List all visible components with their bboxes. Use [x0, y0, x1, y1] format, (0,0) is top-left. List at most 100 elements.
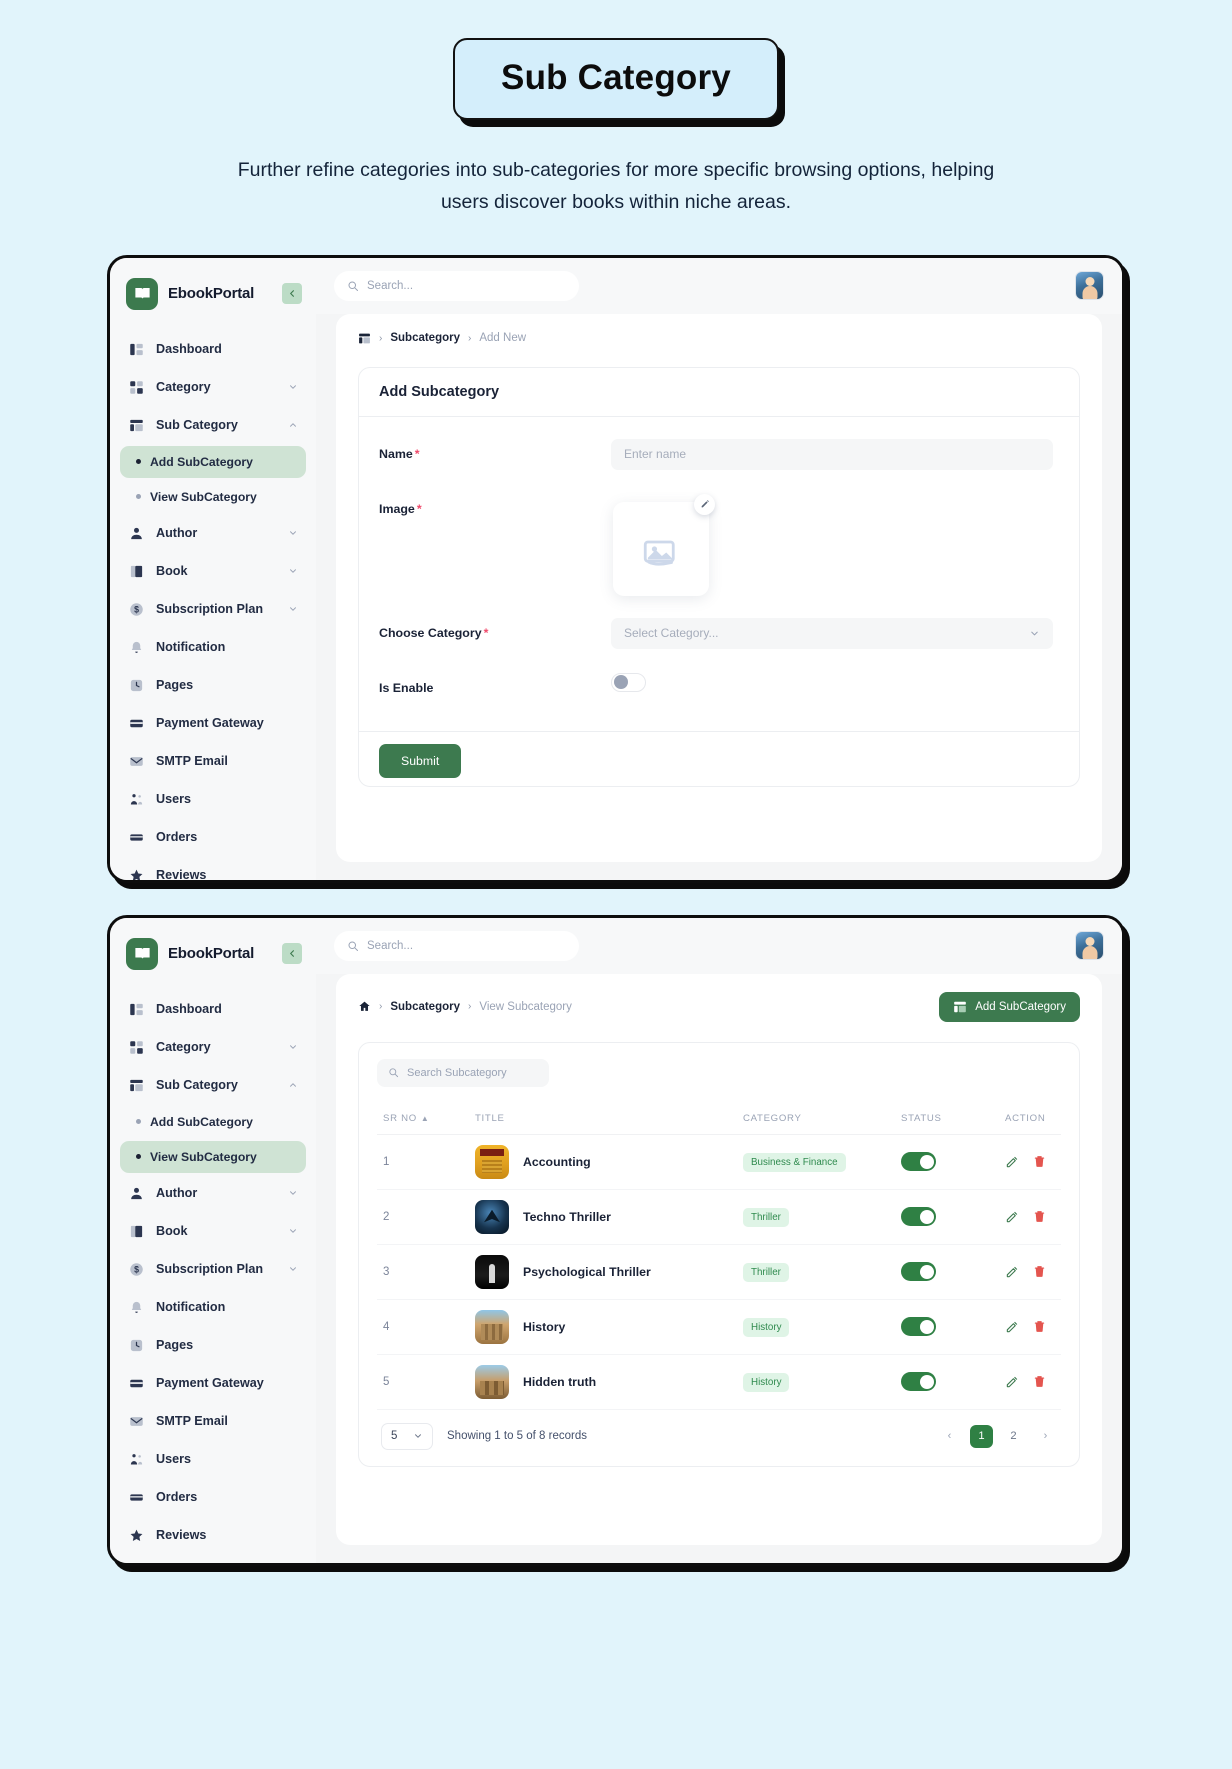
trash-icon[interactable]: [1033, 1210, 1046, 1223]
subcategory-table: SR NO▲ TITLE CATEGORY STATUS ACTION 1: [377, 1103, 1061, 1410]
table-row[interactable]: 3 Psychological Thriller Thriller: [377, 1244, 1061, 1299]
category-badge: Thriller: [743, 1263, 789, 1282]
sidebar-item-notification[interactable]: Notification: [120, 1290, 306, 1325]
sidebar-item-view-subcategory[interactable]: View SubCategory: [120, 1141, 306, 1173]
status-toggle[interactable]: [901, 1152, 936, 1171]
status-toggle[interactable]: [901, 1372, 936, 1391]
trash-icon[interactable]: [1033, 1155, 1046, 1168]
trash-icon[interactable]: [1033, 1375, 1046, 1388]
sidebar-item-notification[interactable]: Notification: [120, 630, 306, 665]
sidebar-item-book[interactable]: Book: [120, 1214, 306, 1249]
home-icon[interactable]: [358, 1000, 371, 1013]
sidebar-item-book[interactable]: Book: [120, 554, 306, 589]
credit-card-icon: [128, 1375, 145, 1392]
column-header-sr-no[interactable]: SR NO▲: [377, 1103, 469, 1135]
column-header-status[interactable]: STATUS: [895, 1103, 999, 1135]
card-body: Name* Enter name Image*: [359, 417, 1079, 731]
sidebar-item-author[interactable]: Author: [120, 516, 306, 551]
breadcrumb-parent[interactable]: Subcategory: [390, 332, 460, 344]
image-placeholder-icon: [613, 502, 709, 596]
book-cover-thumbnail: [475, 1310, 509, 1344]
trash-icon[interactable]: [1033, 1265, 1046, 1278]
sidebar-item-label: Book: [156, 1224, 187, 1238]
sidebar-item-category[interactable]: Category: [120, 1030, 306, 1065]
sidebar-item-payment-gateway[interactable]: Payment Gateway: [120, 706, 306, 741]
cell-category: Thriller: [737, 1189, 895, 1244]
trash-icon[interactable]: [1033, 1320, 1046, 1333]
next-page-button[interactable]: ›: [1034, 1425, 1057, 1448]
table-row[interactable]: 1 Accounting Business & Finance: [377, 1134, 1061, 1189]
search-input[interactable]: Search...: [334, 931, 579, 961]
submit-button[interactable]: Submit: [379, 744, 461, 778]
collapse-arrow-icon[interactable]: [282, 283, 302, 304]
sidebar-item-smtp-email[interactable]: SMTP Email: [120, 744, 306, 779]
status-toggle[interactable]: [901, 1207, 936, 1226]
search-input[interactable]: Search...: [334, 271, 579, 301]
edit-icon[interactable]: [1005, 1265, 1019, 1279]
status-toggle[interactable]: [901, 1262, 936, 1281]
sidebar-item-author[interactable]: Author: [120, 1176, 306, 1211]
per-page-select[interactable]: 5: [381, 1423, 433, 1450]
sidebar-item-orders[interactable]: Orders: [120, 1480, 306, 1515]
category-select[interactable]: Select Category...: [611, 618, 1053, 649]
sidebar-item-reviews[interactable]: Reviews: [120, 1518, 306, 1553]
sidebar-item-sub-category[interactable]: Sub Category: [120, 1068, 306, 1103]
table-search-input[interactable]: Search Subcategory: [377, 1059, 549, 1087]
sidebar-item-category[interactable]: Category: [120, 370, 306, 405]
sidebar-subitem-label: View SubCategory: [150, 1150, 257, 1164]
sidebar-item-dashboard[interactable]: Dashboard: [120, 992, 306, 1027]
cell-title: Psychological Thriller: [469, 1244, 737, 1299]
sidebar-item-subscription-plan[interactable]: $ Subscription Plan: [120, 1252, 306, 1287]
table-row[interactable]: 5 Hidden truth History: [377, 1354, 1061, 1409]
sidebar-item-smtp-email[interactable]: SMTP Email: [120, 1404, 306, 1439]
book-cover-thumbnail: [475, 1255, 509, 1289]
add-subcategory-button[interactable]: Add SubCategory: [939, 992, 1080, 1022]
page-button-1[interactable]: 1: [970, 1425, 993, 1448]
sidebar-item-users[interactable]: Users: [120, 1442, 306, 1477]
chevron-down-icon: [288, 1226, 298, 1236]
edit-icon[interactable]: [1005, 1320, 1019, 1334]
cell-sr-no: 5: [377, 1354, 469, 1409]
content: › Subcategory › View Subcategory Add Sub…: [316, 974, 1122, 1563]
avatar[interactable]: [1075, 271, 1104, 300]
sidebar-item-view-subcategory[interactable]: View SubCategory: [120, 481, 306, 513]
pencil-icon[interactable]: [694, 494, 715, 515]
table-row[interactable]: 2 Techno Thriller Thriller: [377, 1189, 1061, 1244]
column-header-category[interactable]: CATEGORY: [737, 1103, 895, 1135]
prev-page-button[interactable]: ‹: [938, 1425, 961, 1448]
breadcrumb-parent[interactable]: Subcategory: [390, 1001, 460, 1013]
sidebar-item-label: SMTP Email: [156, 754, 228, 768]
cell-title: Hidden truth: [469, 1354, 737, 1409]
main-area: Search... › Subcategory › View Subcatego…: [316, 918, 1122, 1563]
sidebar-item-sub-category[interactable]: Sub Category: [120, 408, 306, 443]
book-icon: [128, 563, 145, 580]
edit-icon[interactable]: [1005, 1210, 1019, 1224]
collapse-arrow-icon[interactable]: [282, 943, 302, 964]
sidebar-item-subscription-plan[interactable]: $ Subscription Plan: [120, 592, 306, 627]
image-upload[interactable]: [611, 494, 715, 594]
card-header: Add Subcategory: [359, 368, 1079, 417]
table-row[interactable]: 4 History History: [377, 1299, 1061, 1354]
avatar[interactable]: [1075, 931, 1104, 960]
cell-status: [895, 1354, 999, 1409]
sidebar-item-label: SMTP Email: [156, 1414, 228, 1428]
sidebar-item-label: Book: [156, 564, 187, 578]
sidebar-item-payment-gateway[interactable]: Payment Gateway: [120, 1366, 306, 1401]
sidebar-item-add-subcategory[interactable]: Add SubCategory: [120, 446, 306, 478]
sidebar-item-orders[interactable]: Orders: [120, 820, 306, 855]
sidebar-item-reviews[interactable]: Reviews: [120, 858, 306, 883]
column-header-title[interactable]: TITLE: [469, 1103, 737, 1135]
page-button-2[interactable]: 2: [1002, 1425, 1025, 1448]
sidebar-item-label: Author: [156, 526, 197, 540]
dollar-circle-icon: $: [128, 601, 145, 618]
sidebar-item-add-subcategory[interactable]: Add SubCategory: [120, 1106, 306, 1138]
edit-icon[interactable]: [1005, 1375, 1019, 1389]
sidebar-item-pages[interactable]: Pages: [120, 668, 306, 703]
sidebar-item-dashboard[interactable]: Dashboard: [120, 332, 306, 367]
name-input[interactable]: Enter name: [611, 439, 1053, 470]
is-enable-toggle[interactable]: [611, 673, 646, 692]
edit-icon[interactable]: [1005, 1155, 1019, 1169]
sidebar-item-pages[interactable]: Pages: [120, 1328, 306, 1363]
sidebar-item-users[interactable]: Users: [120, 782, 306, 817]
status-toggle[interactable]: [901, 1317, 936, 1336]
